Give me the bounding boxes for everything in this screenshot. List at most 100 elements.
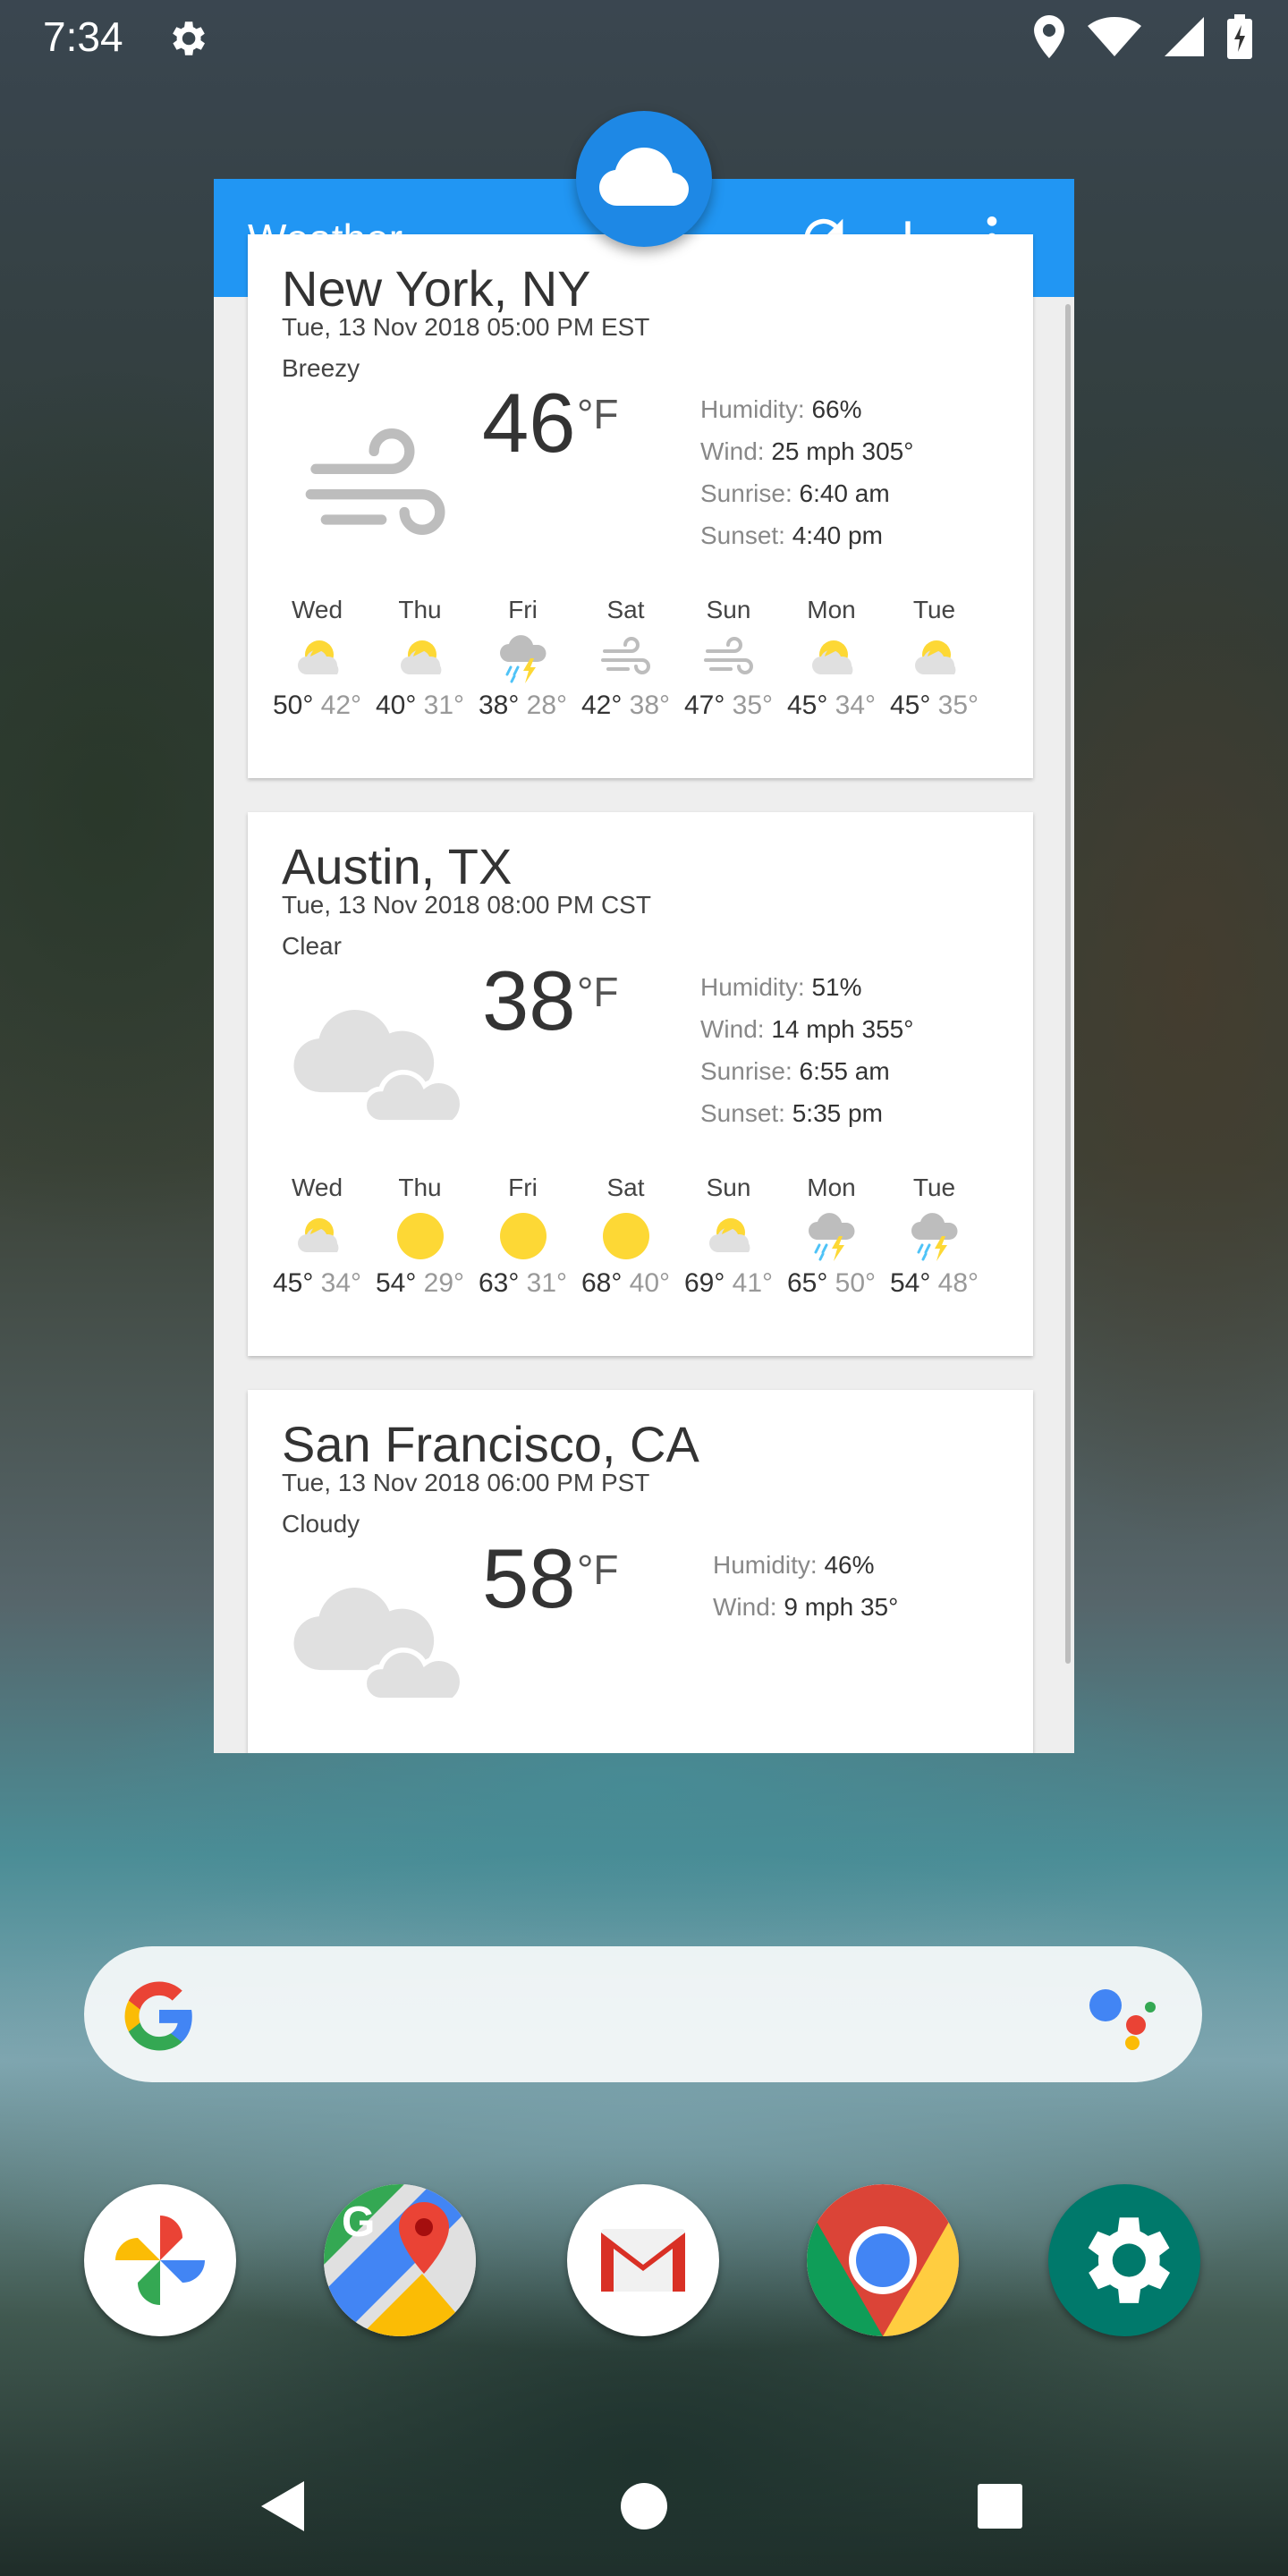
wind-row: Wind: 9 mph 35° [713,1586,898,1628]
forecast-low: 42° [320,691,362,720]
home-icon[interactable] [619,2478,669,2535]
sunset-row: Sunset: 5:35 pm [700,1092,913,1134]
back-icon[interactable] [258,2478,311,2535]
wind-label: Wind: [700,1015,765,1043]
sun-icon [599,1209,653,1263]
forecast-day: Sat 42° 38° [574,596,677,721]
current-condition: Breezy [282,354,360,382]
forecast-low: 38° [629,691,671,720]
forecast-day: Wed 50° 42° [266,596,369,721]
maps-app[interactable]: G [324,2184,476,2336]
google-assistant-icon[interactable] [1086,1982,1157,2050]
cloud-icon [599,148,689,206]
svg-text:G: G [342,2199,375,2246]
forecast-high: 54° [889,1268,931,1298]
maps-icon: G [324,2184,476,2336]
city-name: San Francisco, CA [282,1416,699,1472]
forecast-temps: 45° 34° [787,691,876,721]
forecast-day-name: Tue [912,1174,956,1201]
forecast-low: 35° [732,691,774,720]
forecast-temps: 45° 35° [890,691,979,721]
city-name: Austin, TX [282,838,513,894]
forecast-low: 50° [835,1268,877,1298]
humidity-label: Humidity: [700,973,805,1001]
current-condition: Cloudy [282,1510,360,1538]
forecast-day-name: Sun [706,1174,751,1201]
forecast-temps: 47° 35° [684,691,773,721]
forecast-day: Tue 54° 48° [883,1174,986,1299]
weather-app-badge[interactable] [576,111,712,247]
forecast-low: 31° [526,1268,568,1298]
forecast-low: 41° [732,1268,774,1298]
sunrise-label: Sunrise: [700,1057,792,1085]
cloudy-icon [287,1578,475,1712]
temperature-unit: °F [577,969,619,1015]
chrome-app[interactable] [807,2184,959,2336]
forecast-low: 34° [320,1268,362,1298]
partly-sunny-icon [394,631,447,685]
forecast-low: 40° [629,1268,671,1298]
forecast-high: 42° [580,691,623,720]
wind-icon [287,413,466,565]
wind-value: 25 mph 305° [771,437,914,465]
forecast-day-name: Wed [291,1174,343,1201]
wind-value: 14 mph 355° [771,1015,914,1043]
photos-app[interactable] [84,2184,236,2336]
forecast-day: Sun 69° 41° [677,1174,780,1299]
wind-value: 9 mph 35° [784,1593,899,1621]
wind-label: Wind: [700,437,765,465]
daily-forecast: Wed 50° 42° Thu 40° 31° Fri 38° 28° Sat 42° 38°… [266,596,1017,721]
forecast-high: 47° [683,691,725,720]
city-card[interactable]: San Francisco, CA Tue, 13 Nov 2018 06:00 … [248,1390,1033,1753]
forecast-high: 69° [683,1268,725,1298]
forecast-low: 28° [526,691,568,720]
settings-app[interactable] [1048,2184,1200,2336]
google-search-bar[interactable] [84,1946,1202,2082]
forecast-day-name: Sat [606,596,645,623]
forecast-high: 45° [272,1268,314,1298]
city-card[interactable]: Austin, TX Tue, 13 Nov 2018 08:00 PM CST C… [248,812,1033,1356]
sun-icon [496,1209,550,1263]
partly-sunny-icon [908,631,962,685]
status-time: 7:34 [43,13,123,60]
humidity-row: Humidity: 66% [700,388,913,430]
gmail-app[interactable] [567,2184,719,2336]
chrome-icon [807,2184,959,2336]
wind-icon [702,631,756,685]
forecast-day-name: Tue [912,596,956,623]
forecast-day: Tue 45° 35° [883,596,986,721]
wind-label: Wind: [713,1593,777,1621]
sunrise-value: 6:55 am [799,1057,890,1085]
forecast-temps: 63° 31° [479,1268,567,1299]
forecast-high: 50° [272,691,314,720]
forecast-low: 29° [423,1268,465,1298]
weather-details: Humidity: 66% Wind: 25 mph 305° Sunrise: 6… [700,388,913,556]
forecast-temps: 42° 38° [581,691,670,721]
recents-icon[interactable] [975,2478,1025,2535]
humidity-value: 51% [811,973,862,1001]
forecast-day-name: Mon [807,596,856,623]
current-temperature: 38 [482,953,576,1047]
city-card[interactable]: New York, NY Tue, 13 Nov 2018 05:00 PM ES… [248,234,1033,778]
forecast-high: 65° [786,1268,828,1298]
sunset-value: 5:35 pm [792,1099,883,1127]
humidity-row: Humidity: 46% [713,1544,898,1586]
forecast-day: Wed 45° 34° [266,1174,369,1299]
thunderstorm-icon [908,1209,962,1263]
gmail-icon [601,2229,685,2292]
widget-scrollbar[interactable] [1065,304,1071,1664]
photos-icon [115,2216,205,2305]
sunset-value: 4:40 pm [792,521,883,549]
forecast-high: 45° [889,691,931,720]
forecast-high: 38° [478,691,520,720]
humidity-label: Humidity: [713,1551,818,1579]
city-datetime: Tue, 13 Nov 2018 05:00 PM EST [282,313,650,341]
city-name: New York, NY [282,260,591,317]
wind-row: Wind: 25 mph 305° [700,430,913,472]
forecast-high: 68° [580,1268,623,1298]
temperature-unit: °F [577,391,619,437]
battery-icon [1227,14,1252,59]
wind-icon [599,631,653,685]
cloudy-icon [287,1000,475,1134]
weather-details: Humidity: 46% Wind: 9 mph 35° [713,1544,898,1628]
